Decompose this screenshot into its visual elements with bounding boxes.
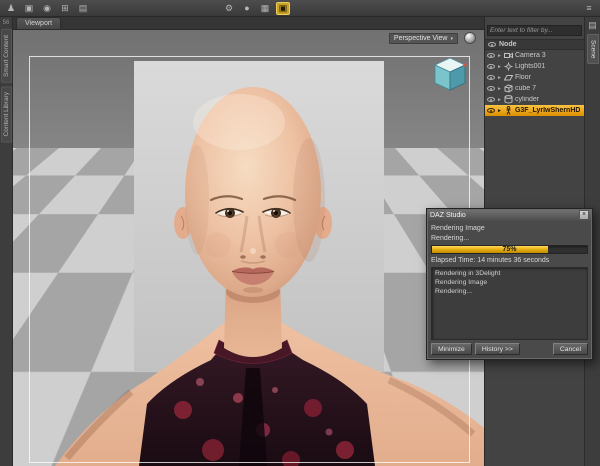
- tab-smart-content[interactable]: Smart Content: [1, 29, 12, 83]
- scene-node-row-cylinder[interactable]: ► cylinder: [485, 94, 584, 105]
- navigation-cube[interactable]: [428, 54, 472, 96]
- scene-node-label: cylinder: [514, 96, 540, 103]
- scene-node-label: cube 7: [514, 85, 536, 92]
- scene-column-header[interactable]: Node: [485, 39, 584, 50]
- expand-caret-icon[interactable]: ►: [497, 86, 502, 92]
- progress-percentage: 75%: [502, 246, 517, 253]
- visibility-eye-icon[interactable]: [487, 97, 495, 102]
- render-log-list[interactable]: Rendering in 3Delight Rendering Image Re…: [431, 267, 588, 340]
- render-icon[interactable]: ▣: [276, 1, 290, 15]
- figure-icon[interactable]: ♟: [4, 2, 18, 15]
- toolbar-left-group: ♟ ▣ ◉ ⊞ ▤: [4, 2, 90, 15]
- tab-viewport[interactable]: Viewport: [16, 17, 62, 29]
- camera-icon: [503, 51, 513, 60]
- scene-node-row-cube[interactable]: ► cube 7: [485, 83, 584, 94]
- scene-node-row-figure-selected[interactable]: ► G3F_LyrIwShernHD: [485, 105, 584, 116]
- dialog-title: DAZ Studio: [430, 211, 466, 219]
- scene-node-label: Camera 3: [514, 52, 546, 59]
- scene-node-label: Lights001: [514, 63, 546, 70]
- viewport-tabbar: Viewport: [13, 17, 484, 30]
- tab-content-library[interactable]: Content Library: [1, 85, 12, 143]
- dock-size-badge: 56: [2, 20, 10, 26]
- scene-node-label: Floor: [514, 74, 531, 81]
- view-selector-dropdown[interactable]: Perspective View ▾: [388, 33, 458, 44]
- scene-column-label: Node: [499, 41, 517, 48]
- sphere-icon[interactable]: ●: [240, 2, 254, 15]
- log-line: Rendering Image: [435, 279, 488, 286]
- elapsed-time-label: Elapsed Time: 14 minutes 36 seconds: [431, 257, 550, 264]
- viewport-pane: Viewport Perspective View ▾: [13, 17, 484, 466]
- cancel-button[interactable]: Cancel: [552, 343, 588, 355]
- cube-icon: [504, 84, 513, 93]
- scene-node-row-floor[interactable]: ► Floor: [485, 72, 584, 83]
- dialog-titlebar[interactable]: DAZ Studio ×: [427, 209, 592, 221]
- expand-caret-icon[interactable]: ►: [497, 53, 502, 59]
- minimize-button[interactable]: Minimize: [431, 343, 472, 355]
- pose-icon[interactable]: ⊞: [58, 2, 72, 15]
- dialog-body: Rendering Image Rendering... 75% Elapsed…: [427, 221, 592, 359]
- content-icon[interactable]: ▦: [258, 2, 272, 15]
- expand-caret-icon[interactable]: ►: [497, 97, 502, 103]
- plane-icon: [503, 73, 513, 82]
- toolbar-center-group: ⚙ ● ▦ ▣: [222, 1, 290, 15]
- dialog-buttons-row: Minimize History >> Cancel: [431, 343, 588, 355]
- visibility-eye-icon[interactable]: [487, 108, 495, 113]
- log-line: Rendering in 3Delight: [435, 270, 501, 277]
- scene-filter-row: [485, 17, 584, 39]
- view-selector-label: Perspective View: [393, 35, 448, 42]
- visibility-eye-icon[interactable]: [487, 86, 495, 91]
- hair-icon[interactable]: ◉: [40, 2, 54, 15]
- history-button[interactable]: History >>: [474, 343, 520, 355]
- log-line: Rendering...: [435, 288, 473, 295]
- wardrobe-icon[interactable]: ▣: [22, 2, 36, 15]
- visibility-eye-icon[interactable]: [487, 75, 495, 80]
- aspect-frame: [29, 56, 470, 463]
- scene-node-label: G3F_LyrIwShernHD: [514, 107, 581, 114]
- render-progress-dialog: DAZ Studio × Rendering Image Rendering..…: [426, 208, 593, 360]
- daz-studio-window: ♟ ▣ ◉ ⊞ ▤ ⚙ ● ▦ ▣ ≡ 56 Smart Content Con…: [0, 0, 600, 466]
- cylinder-icon: [504, 95, 513, 104]
- main-toolbar: ♟ ▣ ◉ ⊞ ▤ ⚙ ● ▦ ▣ ≡: [0, 0, 600, 17]
- chevron-down-icon: ▾: [450, 35, 453, 42]
- visibility-eye-icon[interactable]: [487, 53, 495, 58]
- scene-node-row-light[interactable]: ► Lights001: [485, 61, 584, 72]
- figure-icon: [504, 106, 513, 115]
- panel-menu-icon[interactable]: ≡: [582, 2, 596, 15]
- expand-caret-icon[interactable]: ►: [497, 75, 502, 81]
- visibility-column-eye-icon: [488, 42, 496, 47]
- render-progress-bar: 75%: [431, 245, 588, 254]
- visibility-eye-icon[interactable]: [487, 64, 495, 69]
- toolbar-right-group: ≡: [582, 2, 596, 15]
- expand-caret-icon[interactable]: ►: [497, 64, 502, 70]
- light-icon: [504, 62, 513, 71]
- dialog-heading: Rendering Image: [431, 225, 485, 232]
- expand-caret-icon[interactable]: ►: [497, 108, 502, 114]
- props-icon[interactable]: ▤: [76, 2, 90, 15]
- pane-options-icon[interactable]: ▤: [586, 19, 600, 32]
- view-options-sphere-icon[interactable]: [464, 32, 476, 44]
- scene-node-row-camera[interactable]: ► Camera 3: [485, 50, 584, 61]
- scene-filter-input[interactable]: [487, 25, 582, 36]
- viewport-3d-scene[interactable]: Perspective View ▾: [13, 30, 484, 466]
- close-icon[interactable]: ×: [579, 210, 589, 220]
- buttons-spacer: [523, 343, 550, 355]
- tab-scene[interactable]: Scene: [586, 34, 599, 65]
- dialog-status: Rendering...: [431, 235, 470, 242]
- gear-icon[interactable]: ⚙: [222, 2, 236, 15]
- left-dock-strip: 56 Smart Content Content Library: [0, 17, 13, 466]
